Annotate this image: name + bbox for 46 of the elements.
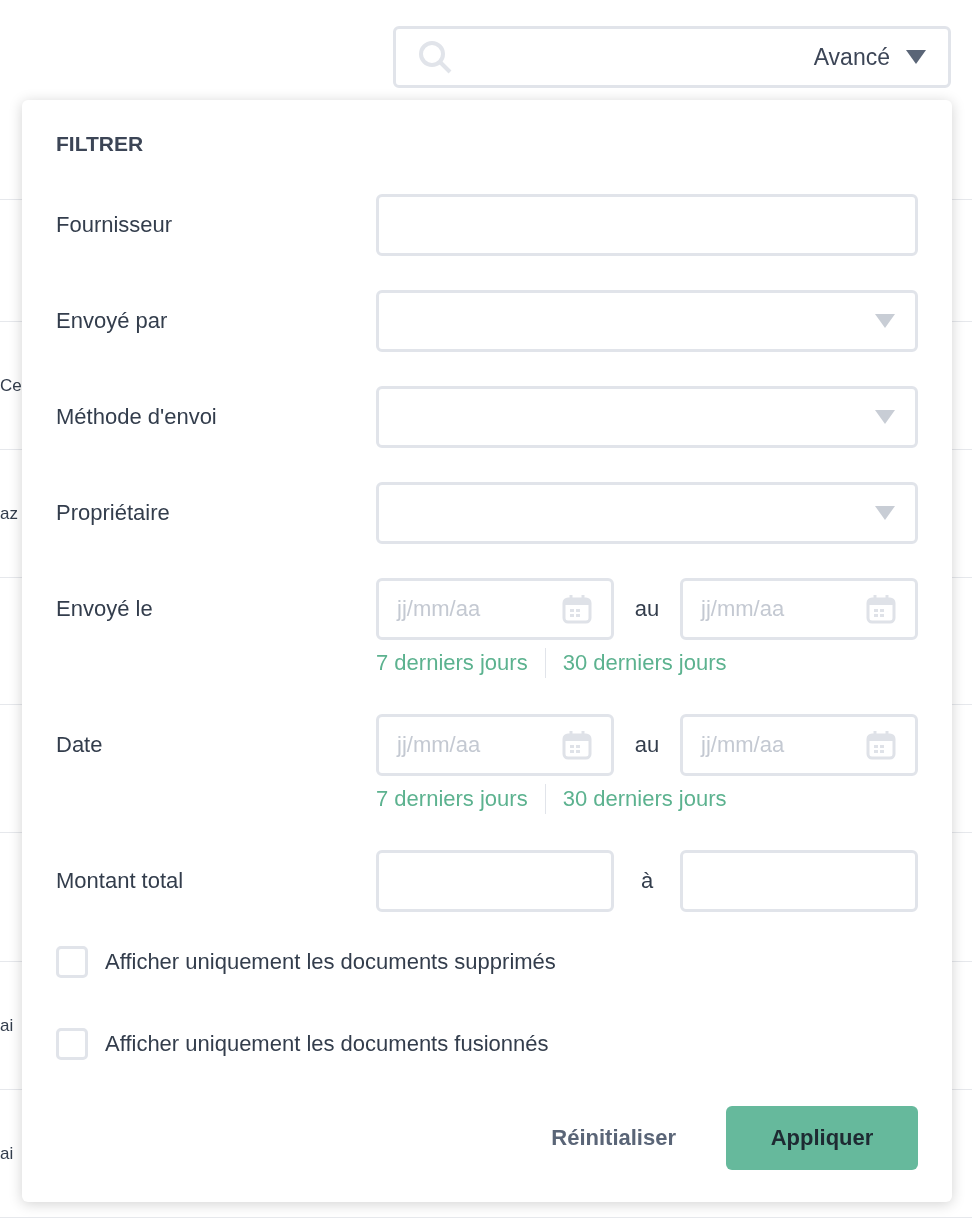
reset-button[interactable]: Réinitialiser	[551, 1106, 676, 1170]
calendar-icon[interactable]	[865, 729, 897, 761]
amount-field[interactable]	[680, 850, 918, 912]
date-field[interactable]: jj/mm/aa	[376, 714, 614, 776]
amount-field[interactable]	[376, 850, 614, 912]
field-label: Envoyé le	[56, 596, 153, 621]
dropdown-field[interactable]	[376, 386, 918, 448]
panel-title: FILTRER	[56, 132, 144, 156]
date-field[interactable]: jj/mm/aa	[376, 578, 614, 640]
date-field[interactable]: jj/mm/aa	[680, 578, 918, 640]
range-separator: à	[639, 868, 655, 894]
text-field[interactable]	[376, 194, 918, 256]
search-icon	[418, 40, 452, 74]
dropdown-field[interactable]	[376, 290, 918, 352]
field-label: Propriétaire	[56, 500, 170, 525]
range-separator: au	[633, 732, 661, 758]
calendar-icon[interactable]	[865, 593, 897, 625]
caret-icon	[875, 410, 895, 424]
dropdown-field[interactable]	[376, 482, 918, 544]
field-label: Fournisseur	[56, 212, 173, 237]
list-item-text: az	[0, 503, 18, 524]
checkbox-label: Afficher uniquement les documents supprimés	[105, 949, 556, 975]
date-shortcut-link[interactable]: 30 derniers jours	[562, 650, 727, 676]
field-label: Envoyé par	[56, 308, 168, 333]
checkbox-label: Afficher uniquement les documents fusionnés	[105, 1031, 549, 1057]
field-label: Montant total	[56, 868, 184, 893]
field-label: Méthode d'envoi	[56, 404, 217, 429]
list-item-text: Ce	[0, 375, 22, 396]
caret-icon	[906, 50, 926, 64]
apply-button[interactable]: Appliquer	[726, 1106, 918, 1170]
calendar-icon[interactable]	[561, 593, 593, 625]
date-field[interactable]: jj/mm/aa	[680, 714, 918, 776]
advanced-dropdown-button[interactable]: Avancé	[813, 43, 926, 71]
checkbox[interactable]	[56, 946, 88, 978]
list-item-text: ai	[0, 1015, 14, 1036]
caret-icon	[875, 506, 895, 520]
checkbox[interactable]	[56, 1028, 88, 1060]
list-item-text: ai	[0, 1143, 14, 1164]
calendar-icon[interactable]	[561, 729, 593, 761]
range-separator: au	[633, 596, 661, 622]
field-label: Date	[56, 732, 103, 757]
search-field[interactable]: Avancé	[393, 26, 951, 88]
caret-icon	[875, 314, 895, 328]
date-shortcut-link[interactable]: 7 derniers jours	[376, 650, 528, 676]
date-shortcut-link[interactable]: 7 derniers jours	[376, 786, 528, 812]
date-shortcut-link[interactable]: 30 derniers jours	[562, 786, 727, 812]
